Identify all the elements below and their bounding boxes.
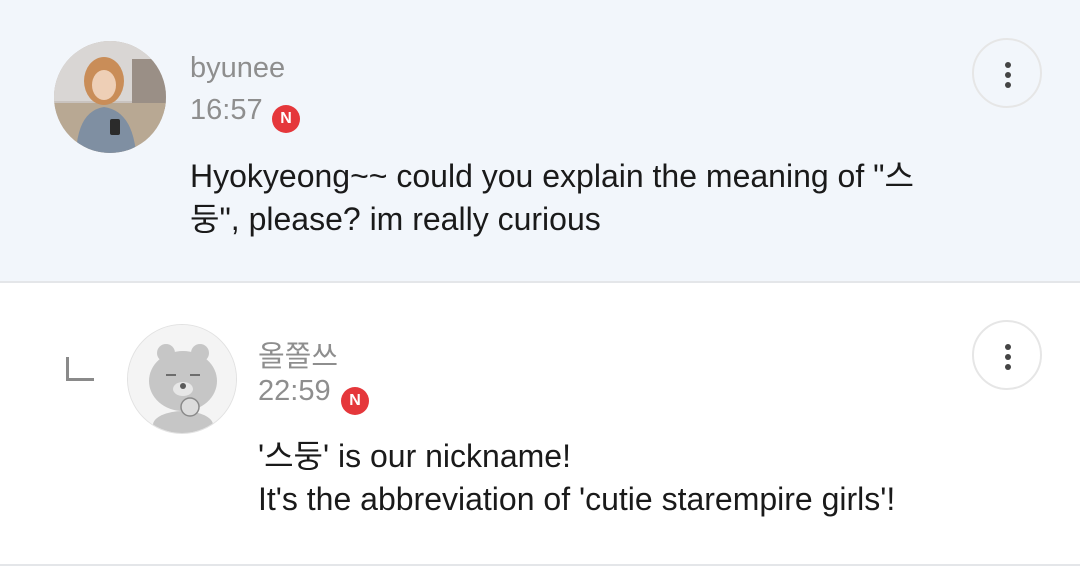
more-options-button[interactable] [972, 320, 1042, 390]
more-options-button[interactable] [972, 38, 1042, 108]
timestamp: 16:57 [190, 94, 263, 126]
comment-text: '스둥' is our nickname! It's the abbreviat… [258, 438, 896, 517]
comment-text: Hyokyeong~~ could you explain the meanin… [190, 158, 914, 237]
bear-character-avatar-icon [128, 325, 236, 433]
timestamp: 22:59 [258, 375, 331, 407]
username[interactable]: byunee [190, 52, 285, 85]
username[interactable]: 올쫄쓰 [258, 333, 338, 375]
avatar[interactable] [127, 324, 237, 434]
avatar[interactable] [54, 41, 166, 153]
new-badge: N [272, 105, 300, 133]
reply-indent-icon [66, 357, 94, 381]
new-badge: N [341, 387, 369, 415]
comment-item: byunee 16:57 N Hyokyeong~~ could you exp… [0, 0, 1080, 283]
user-photo-avatar-icon [54, 41, 166, 153]
reply-item: 올쫄쓰 22:59 N '스둥' is our nickname! It's t… [0, 283, 1080, 566]
